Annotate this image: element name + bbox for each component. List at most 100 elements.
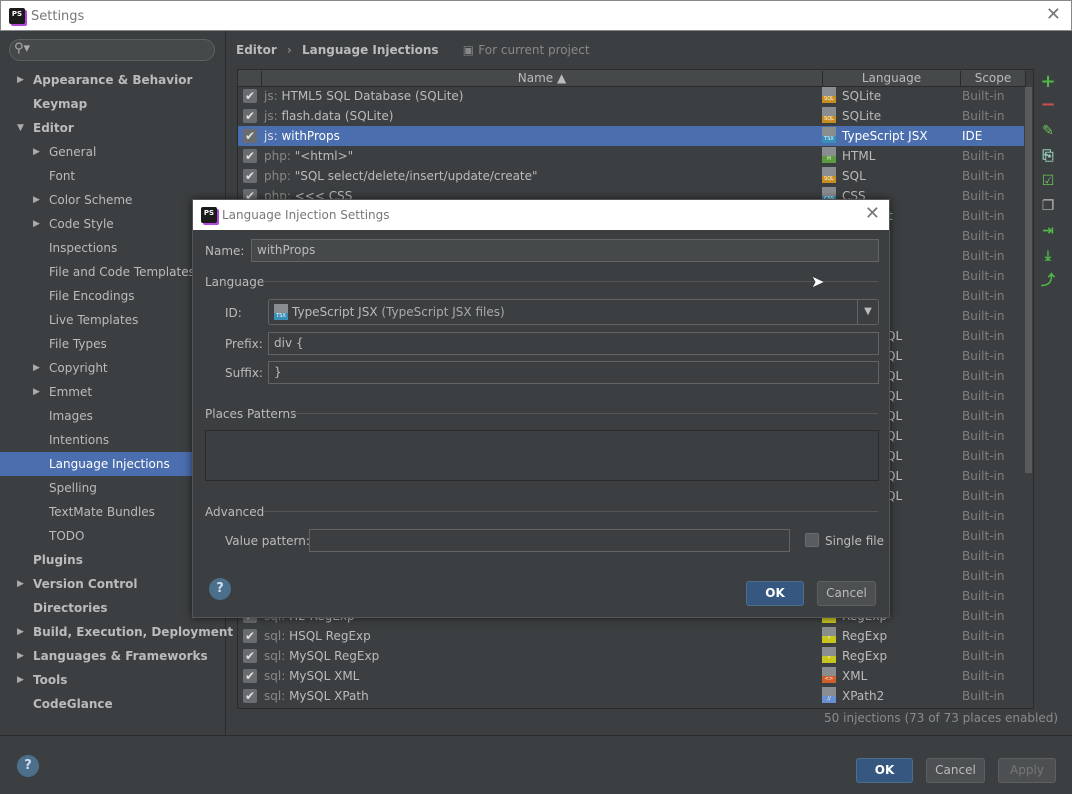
settings-footer: ? OK Cancel Apply [0,735,1072,794]
row-checkbox[interactable]: ✔ [243,169,257,183]
chevron-down-icon[interactable]: ▼ [857,300,878,324]
row-name-text: "<html>" [294,149,354,163]
chevron-right-icon[interactable]: ▶ [17,572,24,596]
row-scope: Built-in [962,689,1005,703]
sidebar-item[interactable]: ▶ Appearance & Behavior [0,68,226,92]
table-row[interactable]: ✔ sql: MySQL RegExp * RegExp Built-in [238,646,1024,666]
duplicate-icon[interactable]: ❐ [1040,198,1056,214]
language-id-value: TypeScript JSX [292,305,378,319]
suffix-field[interactable]: } [268,361,879,384]
sidebar-item[interactable]: ▶ Languages & Frameworks [0,644,226,668]
breadcrumb-parent[interactable]: Editor [236,43,277,57]
import-icon[interactable]: ⇥ [1040,223,1056,239]
export-icon[interactable]: ⤴ [1040,273,1056,289]
ok-button[interactable]: OK [856,758,913,783]
header-language[interactable]: Language [823,71,961,87]
chevron-right-icon[interactable]: ▶ [33,140,40,164]
language-file-icon: H [822,147,836,163]
download-icon[interactable]: ⤓ [1040,248,1056,264]
chevron-right-icon[interactable]: ▶ [17,668,24,692]
dialog-help-button[interactable]: ? [209,578,231,600]
sidebar-item-label: Keymap [33,97,88,111]
enable-icon[interactable]: ☑ [1040,173,1056,189]
help-button[interactable]: ? [17,755,39,777]
remove-icon[interactable]: − [1040,96,1056,114]
search-input[interactable]: ⚲▾ [9,39,215,61]
header-scope[interactable]: Scope [961,71,1026,87]
chevron-right-icon[interactable]: ▶ [17,620,24,644]
table-row[interactable]: ✔ js: withProps TSX TypeScript JSX IDE [238,126,1024,146]
table-scrollbar[interactable] [1025,87,1032,473]
row-scope: Built-in [962,669,1005,683]
row-scope: Built-in [962,489,1005,503]
sidebar-item-label: Live Templates [49,313,139,327]
table-row[interactable]: ✔ php: "<html>" H HTML Built-in [238,146,1024,166]
language-file-icon: SQL [822,87,836,103]
prefix-field[interactable]: div { [268,332,879,355]
row-checkbox[interactable]: ✔ [243,109,257,123]
row-checkbox[interactable]: ✔ [243,649,257,663]
copy-icon[interactable]: ⎘ [1040,148,1056,164]
sidebar-item-label: Intentions [49,433,110,447]
dialog-ok-button[interactable]: OK [746,581,804,606]
row-checkbox[interactable]: ✔ [243,129,257,143]
divider [263,281,878,282]
chevron-down-icon[interactable]: ▼ [17,116,24,140]
name-field[interactable]: withProps [251,239,879,262]
row-language-text: XML [842,669,868,683]
chevron-right-icon[interactable]: ▶ [33,356,40,380]
row-checkbox[interactable]: ✔ [243,89,257,103]
sidebar-item[interactable]: Keymap [0,92,226,116]
dialog-cancel-button[interactable]: Cancel [817,581,876,606]
language-id-dropdown[interactable]: TSX TypeScript JSX (TypeScript JSX files)… [268,299,879,325]
sidebar-item[interactable]: Font [0,164,226,188]
chevron-right-icon[interactable]: ▶ [17,644,24,668]
project-scope-icon: ▣ [462,43,475,57]
table-row[interactable]: ✔ js: flash.data (SQLite) SQL SQLite Built-i… [238,106,1024,126]
row-scope: Built-in [962,369,1005,383]
row-language: SQL SQLite [822,106,881,126]
row-scope: Built-in [962,229,1005,243]
sidebar-item[interactable]: ▶ General [0,140,226,164]
value-pattern-field[interactable] [309,529,790,552]
cancel-button[interactable]: Cancel [926,758,985,783]
row-checkbox[interactable]: ✔ [243,149,257,163]
table-row[interactable]: ✔ sql: MySQL XPath // XPath2 Built-in [238,686,1024,706]
table-row[interactable]: ✔ js: HTML5 SQL Database (SQLite) SQL SQLit… [238,86,1024,106]
sidebar-item-label: Color Scheme [49,193,133,207]
language-file-icon: SQL [822,167,836,183]
table-row[interactable]: ✔ sql: HSQL RegExp * RegExp Built-in [238,626,1024,646]
language-file-icon: TSX [822,127,836,143]
row-language: * RegExp [822,626,887,646]
single-file-checkbox[interactable] [805,533,819,547]
table-row[interactable]: ✔ php: "SQL select/delete/insert/update/c… [238,166,1024,186]
apply-button[interactable]: Apply [998,758,1056,783]
value-pattern-label: Value pattern: [225,534,310,548]
chevron-right-icon[interactable]: ▶ [17,68,24,92]
row-name-text: HTML5 SQL Database (SQLite) [281,89,464,103]
chevron-right-icon[interactable]: ▶ [33,212,40,236]
add-icon[interactable]: + [1040,73,1056,91]
sidebar-item[interactable]: ▼ Editor [0,116,226,140]
chevron-right-icon[interactable]: ▶ [33,188,40,212]
dialog-title-bar: PS Language Injection Settings ✕ [193,200,889,230]
sidebar-item[interactable]: ▶ Build, Execution, Deployment [0,620,233,644]
row-checkbox[interactable]: ✔ [243,629,257,643]
row-language: SQL SQL [822,166,866,186]
close-icon[interactable]: ✕ [1046,6,1061,24]
header-name[interactable]: Name ▲ [262,71,823,87]
sidebar-item-label: Inspections [49,241,118,255]
dialog-close-icon[interactable]: ✕ [865,205,880,223]
table-row[interactable]: ✔ sql: MySQL XML <> XML Built-in [238,666,1024,686]
row-scope: Built-in [962,329,1005,343]
row-prefix: sql: [264,669,286,683]
sidebar-item[interactable]: CodeGlance [0,692,226,716]
row-prefix: js: [264,89,278,103]
row-checkbox[interactable]: ✔ [243,689,257,703]
places-patterns-list[interactable] [205,430,879,481]
chevron-right-icon[interactable]: ▶ [33,380,40,404]
divider [291,413,878,414]
edit-icon[interactable]: ✎ [1040,123,1056,139]
sidebar-item[interactable]: ▶ Tools [0,668,226,692]
row-checkbox[interactable]: ✔ [243,669,257,683]
